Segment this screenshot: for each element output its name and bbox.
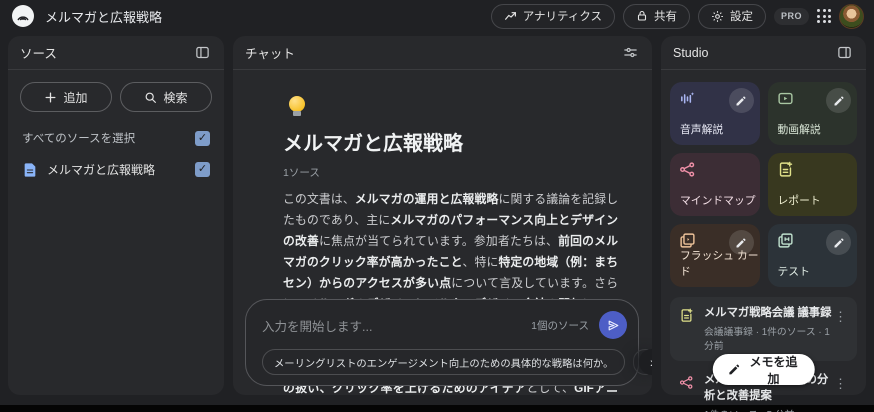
studio-cards-grid: 音声解説 動画解説 マインドマップ レポート フラッシュ カード テスト — [670, 82, 857, 287]
discover-sources-label: 検索 — [163, 90, 188, 105]
chat-input-container: 入力を開始します... 1個のソース メーリングリストのエンゲージメント向上のた… — [245, 299, 652, 386]
notebooklm-app: メルマガと広報戦略 アナリティクス 共有 設定 PRO ソース 追加 検索 すべ… — [0, 0, 874, 412]
studio-body: 音声解説 動画解説 マインドマップ レポート フラッシュ カード テスト メルマ… — [661, 70, 866, 412]
report-icon — [777, 161, 849, 178]
source-list-item[interactable]: メルマガと広報戦略 ✓ — [20, 161, 212, 178]
notebooklm-logo-icon[interactable] — [12, 5, 34, 27]
chat-panel-title: チャット — [245, 47, 295, 61]
studio-panel: Studio 音声解説 動画解説 マインドマップ レポート フラッシュ カード … — [661, 36, 866, 412]
search-icon — [144, 91, 157, 104]
notebook-title[interactable]: メルマガと広報戦略 — [45, 7, 162, 26]
report-card[interactable]: レポート — [767, 153, 857, 216]
top-header: メルマガと広報戦略 アナリティクス 共有 設定 PRO — [0, 0, 874, 32]
edit-pencil-icon[interactable] — [826, 230, 851, 255]
add-source-button[interactable]: 追加 — [20, 82, 112, 112]
header-actions: アナリティクス 共有 設定 PRO — [490, 3, 864, 29]
analytics-button[interactable]: アナリティクス — [490, 3, 615, 29]
sources-panel: ソース 追加 検索 すべてのソースを選択 ✓ メルマガと広報戦略 ✓ — [8, 36, 224, 395]
source-count-label: 1ソース — [283, 167, 320, 179]
chat-settings-icon[interactable] — [621, 43, 640, 62]
report-icon — [679, 308, 694, 323]
more-options-icon[interactable]: ⋮ — [828, 373, 853, 394]
share-label: 共有 — [653, 11, 677, 23]
edit-pencil-icon[interactable] — [826, 88, 851, 113]
output-title: メルマガ戦略会議 議事録 — [704, 307, 832, 319]
user-avatar[interactable] — [839, 3, 864, 29]
card-label: テスト — [777, 266, 810, 278]
suggested-questions-row: メーリングリストのエンゲージメント向上のための具体的な戦略は何か。 広報活動にお… — [262, 349, 652, 375]
audio-overview-card[interactable]: 音声解説 — [670, 82, 760, 145]
chat-panel: チャット メルマガと広報戦略 1ソース この文書は、メルマガの運用と広報戦略に関… — [233, 36, 652, 395]
chat-panel-header: チャット — [233, 36, 652, 70]
output-meta: 1件のソース · 5 分前 — [704, 407, 833, 412]
sources-panel-title: ソース — [20, 47, 57, 61]
mindmap-icon — [679, 375, 694, 390]
flashcards-card[interactable]: フラッシュ カード — [670, 224, 760, 287]
sources-panel-body: 追加 検索 すべてのソースを選択 ✓ メルマガと広報戦略 ✓ — [8, 70, 224, 190]
card-label: 音声解説 — [680, 124, 724, 136]
add-note-button[interactable]: メモを追加 — [712, 354, 815, 386]
document-icon — [22, 162, 38, 178]
settings-label: 設定 — [729, 11, 753, 23]
app-background: メルマガと広報戦略 アナリティクス 共有 設定 PRO ソース 追加 検索 すべ… — [0, 0, 874, 412]
notebook-summary-title: メルマガと広報戦略 — [283, 133, 463, 155]
gear-icon — [711, 10, 724, 23]
input-source-count: 1個のソース — [531, 319, 589, 332]
mindmap-icon — [679, 161, 751, 178]
quiz-card[interactable]: テスト — [767, 224, 857, 287]
select-all-sources-label: すべてのソースを選択 — [22, 133, 136, 145]
share-button[interactable]: 共有 — [622, 3, 690, 29]
chat-input[interactable]: 入力を開始します... — [262, 316, 531, 335]
google-apps-icon[interactable] — [817, 9, 831, 23]
select-all-checkbox[interactable]: ✓ — [195, 130, 210, 146]
settings-button[interactable]: 設定 — [697, 3, 766, 29]
pencil-icon — [727, 363, 740, 376]
plus-icon — [44, 91, 57, 104]
edit-pencil-icon[interactable] — [728, 88, 754, 113]
add-source-label: 追加 — [63, 90, 88, 105]
send-button[interactable] — [599, 311, 627, 339]
send-icon — [607, 319, 620, 332]
collapse-panel-icon[interactable] — [193, 43, 212, 62]
trending-up-icon — [504, 10, 517, 23]
lightbulb-icon — [287, 96, 307, 116]
sources-panel-header: ソース — [8, 36, 224, 70]
analytics-label: アナリティクス — [522, 11, 602, 23]
pro-badge: PRO — [773, 7, 809, 25]
card-label: 動画解説 — [777, 124, 821, 136]
chat-body: メルマガと広報戦略 1ソース この文書は、メルマガの運用と広報戦略に関する議論を… — [233, 70, 652, 395]
video-overview-card[interactable]: 動画解説 — [767, 82, 857, 145]
card-label: フラッシュ カード — [680, 250, 759, 278]
discover-sources-button[interactable]: 検索 — [120, 82, 212, 112]
collapse-panel-icon[interactable] — [835, 43, 854, 62]
suggested-question-chip[interactable]: メーリングリストのエンゲージメント向上のための具体的な戦略は何か。 — [262, 349, 626, 375]
source-name: メルマガと広報戦略 — [47, 163, 156, 177]
card-label: レポート — [777, 195, 821, 207]
studio-panel-header: Studio — [661, 36, 866, 70]
card-label: マインドマップ — [680, 195, 756, 207]
more-options-icon[interactable]: ⋮ — [828, 306, 853, 327]
mindmap-card[interactable]: マインドマップ — [670, 153, 760, 216]
source-checkbox[interactable]: ✓ — [195, 162, 210, 177]
add-note-label: メモを追加 — [749, 354, 798, 386]
studio-panel-title: Studio — [673, 45, 709, 60]
lock-icon — [636, 10, 648, 22]
output-meta: 会議議事録 · 1件のソース · 1分前 — [704, 327, 830, 353]
